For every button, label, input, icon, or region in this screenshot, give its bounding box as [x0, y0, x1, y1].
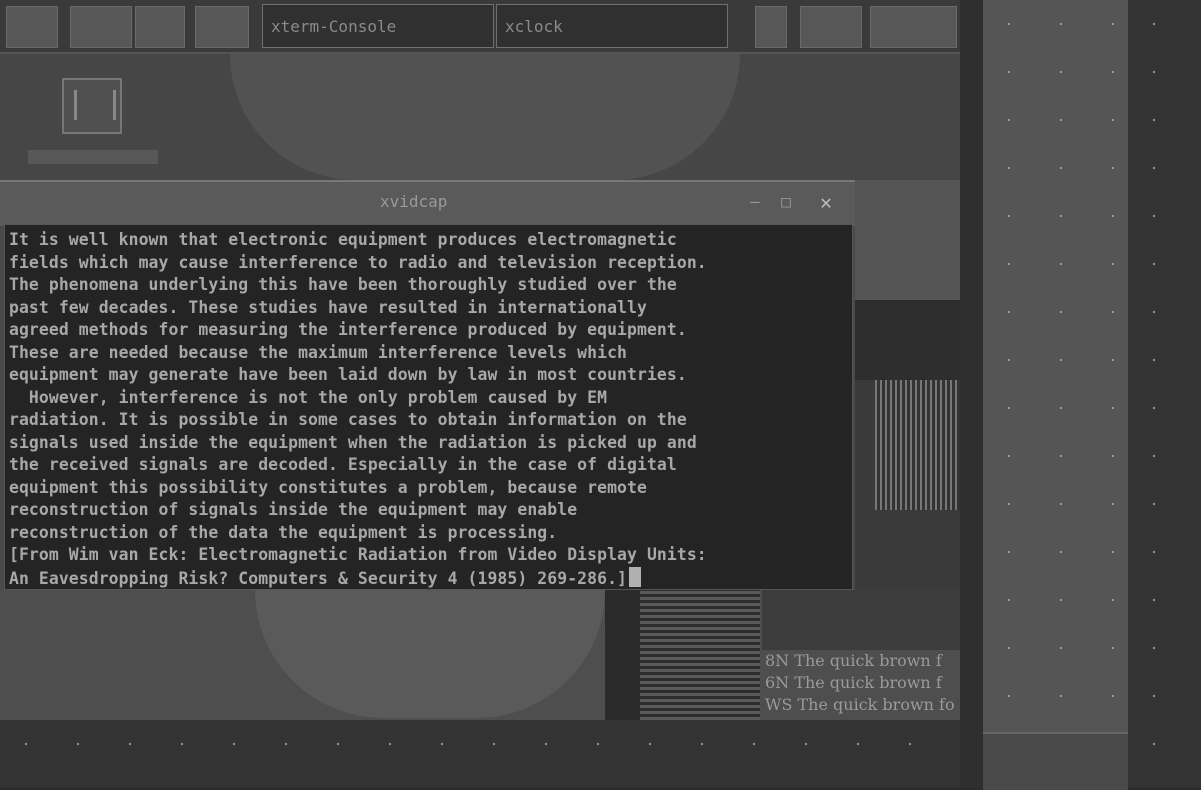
- background-window-strip: [605, 590, 640, 720]
- terminal-line: However, interference is not the only pr…: [9, 387, 608, 407]
- terminal-line: the received signals are decoded. Especi…: [9, 455, 677, 474]
- terminal-line: These are needed because the maximum int…: [9, 342, 628, 362]
- tray-icon[interactable]: [755, 6, 787, 48]
- terminal-window[interactable]: It is well known that electronic equipme…: [4, 224, 853, 590]
- terminal-line: equipment this possibility constitutes a…: [9, 477, 647, 497]
- font-preview-line: 8N The quick brown f: [765, 651, 942, 670]
- window-controls[interactable]: – □: [750, 192, 797, 211]
- taskbar-button-clock[interactable]: xclock: [496, 4, 728, 48]
- terminal-line: past few decades. These studies have res…: [9, 297, 647, 317]
- menu-icon[interactable]: [6, 6, 58, 48]
- close-icon[interactable]: ✕: [820, 190, 832, 214]
- trash-label: [28, 150, 158, 164]
- wallpaper-pot: [230, 54, 740, 180]
- clock-icon: [800, 6, 862, 48]
- app-icon[interactable]: [135, 6, 185, 48]
- vertical-stripe-dark: [960, 0, 983, 788]
- background-window-dark: [855, 300, 960, 380]
- window-title: xvidcap: [380, 192, 448, 211]
- signal-pattern: [875, 380, 960, 510]
- terminal-line: [From Wim van Eck: Electromagnetic Radia…: [9, 545, 707, 564]
- terminal-line: It is well known that electronic equipme…: [9, 230, 677, 249]
- taskbar-button-terminal[interactable]: xterm-Console: [262, 4, 494, 48]
- font-preview-line: WS The quick brown fo: [765, 695, 955, 714]
- terminal-line: signals used inside the equipment when t…: [9, 432, 697, 452]
- terminal-line: equipment may generate have been laid do…: [9, 365, 687, 384]
- window-titlebar[interactable]: xvidcap – □ ✕: [0, 180, 855, 226]
- background-window-top: [762, 590, 960, 650]
- taskbar: xterm-Console xclock: [0, 0, 960, 54]
- terminal-line: radiation. It is possible in some cases …: [9, 410, 687, 429]
- terminal-line: reconstruction of the data the equipment…: [9, 522, 558, 542]
- terminal-line: reconstruction of signals inside the equ…: [9, 500, 578, 519]
- font-preview: 8N The quick brown f 6N The quick brown …: [765, 650, 960, 720]
- vertical-stripe-right: [1128, 0, 1201, 788]
- terminal-line-text: An Eavesdropping Risk? Computers & Secur…: [9, 568, 628, 588]
- desktop-icon[interactable]: [195, 6, 249, 48]
- globe-icon[interactable]: [70, 6, 132, 48]
- character-grid: [640, 590, 760, 720]
- terminal-cursor: [629, 566, 642, 587]
- font-preview-line: 6N The quick brown f: [765, 673, 942, 692]
- background-window: [855, 180, 960, 300]
- vertical-stripe-footer: [983, 732, 1128, 790]
- terminal-line: The phenomena underlying this have been …: [9, 275, 677, 294]
- vertical-stripe-light: [983, 0, 1128, 732]
- bottom-margin: [0, 720, 983, 788]
- terminal-line-last: An Eavesdropping Risk? Computers & Secur…: [9, 566, 848, 591]
- terminal-line: fields which may cause interference to r…: [9, 252, 707, 272]
- trash-icon[interactable]: [62, 78, 122, 134]
- terminal-line: agreed methods for measuring the interfe…: [9, 320, 687, 339]
- tray-time: [870, 6, 957, 48]
